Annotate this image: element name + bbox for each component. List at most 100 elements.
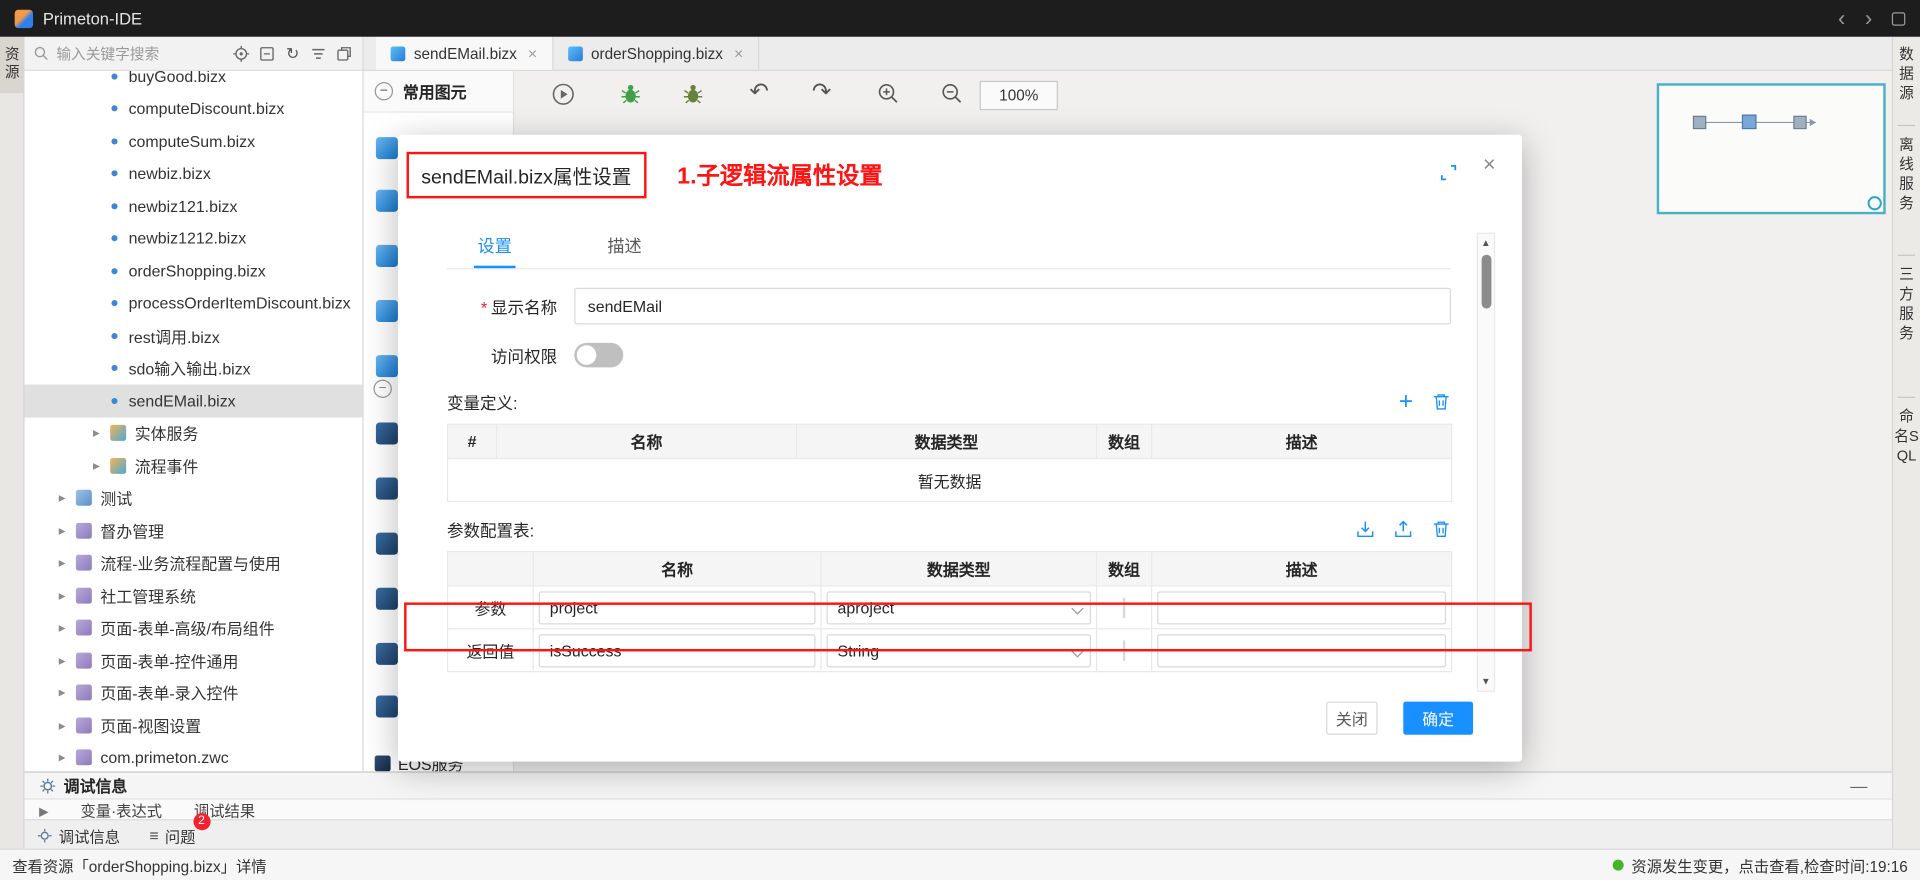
flow-diagram-preview[interactable] (1657, 83, 1886, 214)
tree-folder[interactable]: ▸com.primeton.zwc (24, 741, 362, 771)
right-tab-thirdparty-service[interactable]: 三方服务 (1893, 264, 1920, 342)
filter-list-icon[interactable] (309, 43, 329, 63)
delete-variable-icon[interactable] (1431, 392, 1451, 412)
return-name-input[interactable] (539, 634, 816, 667)
chevron-right-icon[interactable]: ▸ (59, 620, 76, 636)
tab-sendemail-bizx[interactable]: sendEMail.bizx × (376, 37, 553, 70)
refresh-icon[interactable]: ↻ (283, 43, 303, 63)
tree-folder[interactable]: ▸流程事件 (24, 449, 362, 481)
array-checkbox[interactable] (1123, 640, 1125, 661)
collapse-section-icon[interactable]: − (373, 380, 391, 398)
tree-item-selected[interactable]: sendEMail.bizx (24, 384, 362, 416)
palette-item-icon[interactable] (376, 137, 398, 159)
minimize-panel-button[interactable]: — (1840, 776, 1877, 796)
access-permission-toggle[interactable] (574, 343, 623, 367)
palette-item-icon[interactable] (376, 696, 398, 718)
tree-item[interactable]: newbiz121.bizx (24, 190, 362, 222)
add-variable-icon[interactable]: + (1399, 393, 1413, 410)
tab-ordershopping-bizx[interactable]: orderShopping.bizx × (553, 37, 759, 70)
palette-item-icon[interactable] (376, 478, 398, 500)
sidebar-tab-resources[interactable]: 资源 (0, 37, 24, 93)
right-tab-datasource[interactable]: 数据源 (1893, 44, 1920, 103)
tree-folder[interactable]: ▸页面-表单-控件通用 (24, 644, 362, 676)
palette-section-header[interactable]: − 常用图元 (364, 71, 513, 113)
chevron-right-icon[interactable]: ▸ (59, 587, 76, 603)
tree-folder[interactable]: ▸页面-视图设置 (24, 709, 362, 741)
right-tab-named-sql[interactable]: 命名SQL (1893, 407, 1920, 466)
debug-step-bug-icon[interactable] (681, 82, 705, 106)
chevron-right-icon[interactable]: ▸ (59, 555, 76, 571)
palette-item-icon[interactable] (376, 588, 398, 610)
tree-folder[interactable]: ▸测试 (24, 482, 362, 514)
palette-item-icon[interactable] (376, 643, 398, 665)
delete-param-icon[interactable] (1431, 519, 1451, 539)
array-checkbox[interactable] (1123, 597, 1125, 618)
chevron-right-icon[interactable]: ▸ (93, 458, 110, 474)
close-tab-icon[interactable]: × (734, 44, 743, 62)
tab-debug-info[interactable]: 调试信息 (37, 823, 120, 846)
chevron-right-icon[interactable]: ▸ (93, 425, 110, 441)
confirm-button[interactable]: 确定 (1403, 702, 1473, 735)
right-tab-offline-service[interactable]: 离线服务 (1893, 135, 1920, 213)
tab-settings[interactable]: 设置 (474, 223, 516, 268)
nav-back-icon[interactable]: ‹ (1838, 7, 1845, 29)
zoom-out-icon[interactable] (940, 82, 963, 105)
param-name-input[interactable] (539, 591, 816, 624)
import-params-icon[interactable] (1356, 519, 1376, 539)
tab-description[interactable]: 描述 (604, 223, 646, 268)
return-datatype-select[interactable]: String (827, 634, 1091, 667)
tree-item[interactable]: orderShopping.bizx (24, 255, 362, 287)
redo-icon[interactable]: ↷ (812, 78, 831, 106)
close-button[interactable]: 关闭 (1326, 702, 1377, 735)
palette-item-icon[interactable] (376, 422, 398, 444)
chevron-right-icon[interactable]: ▸ (59, 717, 76, 733)
layout-toggle-icon[interactable] (1892, 12, 1905, 25)
chevron-right-icon[interactable]: ▸ (59, 490, 76, 506)
search-input[interactable]: 输入关键字搜索 (56, 43, 231, 64)
close-modal-icon[interactable]: × (1483, 152, 1496, 178)
export-resource-icon[interactable] (334, 43, 354, 63)
tree-item[interactable]: processOrderItemDiscount.bizx (24, 287, 362, 319)
palette-item-icon[interactable] (376, 533, 398, 555)
display-name-input[interactable] (574, 288, 1451, 325)
tree-folder[interactable]: ▸实体服务 (24, 417, 362, 449)
tab-problems[interactable]: ≡ 问题 2 (149, 823, 195, 846)
resource-change-notice[interactable]: 资源发生变更，点击查看,检查时间:19:16 (1613, 853, 1908, 876)
palette-item-icon[interactable] (376, 245, 398, 267)
palette-item-icon[interactable] (376, 190, 398, 212)
debug-start-icon[interactable] (551, 82, 575, 106)
fullscreen-icon[interactable] (1439, 163, 1459, 183)
chevron-right-icon[interactable]: ▸ (59, 523, 76, 539)
tree-item[interactable]: newbiz1212.bizx (24, 222, 362, 254)
chevron-right-icon[interactable]: ▸ (59, 652, 76, 668)
zoom-in-icon[interactable] (877, 82, 900, 105)
tree-folder[interactable]: ▸社工管理系统 (24, 579, 362, 611)
param-datatype-select[interactable]: aproject (827, 591, 1091, 624)
tab-variables-expressions[interactable]: 变量·表达式 (80, 801, 162, 819)
scroll-down-icon[interactable]: ▼ (1478, 673, 1494, 689)
param-desc-input[interactable] (1157, 591, 1446, 624)
scroll-up-icon[interactable]: ▲ (1478, 235, 1494, 251)
scrollbar-thumb[interactable] (1481, 255, 1491, 309)
return-desc-input[interactable] (1157, 634, 1446, 667)
modal-scrollbar[interactable]: ▲ ▼ (1477, 233, 1495, 692)
tree-folder[interactable]: ▸页面-表单-高级/布局组件 (24, 612, 362, 644)
zoom-level-indicator[interactable]: 100% (980, 81, 1058, 110)
tree-item[interactable]: computeDiscount.bizx (24, 92, 362, 124)
tree-item[interactable]: rest调用.bizx (24, 320, 362, 352)
close-tab-icon[interactable]: × (528, 44, 537, 62)
tree-item[interactable]: sdo输入输出.bizx (24, 352, 362, 384)
tree-folder[interactable]: ▸页面-表单-录入控件 (24, 677, 362, 709)
palette-item-icon[interactable] (376, 355, 398, 377)
tree-item[interactable]: newbiz.bizx (24, 157, 362, 189)
nav-forward-icon[interactable]: › (1865, 7, 1872, 29)
tree-item[interactable]: buyGood.bizx (24, 71, 362, 92)
debug-bug-icon[interactable] (618, 82, 642, 106)
chevron-right-icon[interactable]: ▸ (59, 685, 76, 701)
locate-resource-icon[interactable] (231, 43, 251, 63)
undo-icon[interactable]: ↶ (749, 78, 768, 106)
collapse-section-icon[interactable]: − (375, 82, 393, 100)
tree-item[interactable]: computeSum.bizx (24, 125, 362, 157)
export-params-icon[interactable] (1393, 519, 1413, 539)
tree-folder[interactable]: ▸流程-业务流程配置与使用 (24, 547, 362, 579)
